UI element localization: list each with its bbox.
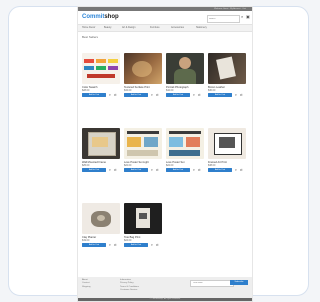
product-card[interactable]: Brown Leather $30.00 Add to Cart ♥ ⇄: [208, 53, 246, 113]
wishlist-icon[interactable]: ♥: [151, 243, 153, 247]
compare-icon[interactable]: ⇄: [198, 168, 201, 172]
product-price: $19.00: [82, 239, 90, 242]
compare-icon[interactable]: ⇄: [114, 93, 117, 97]
product-card[interactable]: Clay Planter $19.00 Add to Cart ♥ ⇄: [82, 203, 120, 263]
add-to-cart-button[interactable]: Add to Cart: [82, 243, 106, 247]
add-to-cart-button[interactable]: Add to Cart: [208, 93, 232, 97]
compare-icon[interactable]: ⇄: [114, 168, 117, 172]
nav-item-furniture[interactable]: Furniture: [150, 25, 160, 31]
product-price: $24.00: [124, 239, 132, 242]
wishlist-icon[interactable]: ♥: [109, 243, 111, 247]
product-price: $38.00: [208, 164, 216, 167]
product-card[interactable]: Love Poster Set Light $22.00 Add to Cart…: [124, 128, 162, 188]
cart-icon[interactable]: ▣: [246, 15, 250, 19]
site-header: Commitshop ⌕ ▣: [78, 11, 252, 24]
compare-icon[interactable]: ⇄: [156, 243, 159, 247]
add-to-cart-button[interactable]: Add to Cart: [208, 168, 232, 172]
compare-icon[interactable]: ⇄: [240, 93, 243, 97]
add-to-cart-button[interactable]: Add to Cart: [82, 93, 106, 97]
product-card[interactable]: Color Swatch $28.00 Add to Cart ♥ ⇄: [82, 53, 120, 113]
product-price: $30.00: [208, 89, 216, 92]
compare-icon[interactable]: ⇄: [156, 93, 159, 97]
wishlist-icon[interactable]: ♥: [193, 168, 195, 172]
copyright-bar: © Commitshop. All rights reserved.: [78, 298, 252, 301]
product-price: $25.00: [82, 164, 90, 167]
product-image[interactable]: [82, 128, 120, 159]
product-image[interactable]: [82, 203, 120, 234]
product-image[interactable]: [208, 53, 246, 84]
wishlist-icon[interactable]: ♥: [109, 93, 111, 97]
add-to-cart-button[interactable]: Add to Cart: [166, 93, 190, 97]
store-page: Welcome Guest · My Account · Cart Commit…: [78, 7, 252, 301]
newsletter-email-input[interactable]: [190, 280, 234, 287]
compare-icon[interactable]: ⇄: [198, 93, 201, 97]
add-to-cart-button[interactable]: Add to Cart: [124, 93, 148, 97]
main-navigation: Home Decor Beauty Art & Design Furniture…: [78, 24, 252, 32]
logo-part-1: Commit: [82, 14, 105, 20]
compare-icon[interactable]: ⇄: [156, 168, 159, 172]
product-price: $22.00: [124, 164, 132, 167]
product-card[interactable]: Wall Mounted Frame $25.00 Add to Cart ♥ …: [82, 128, 120, 188]
product-price: $22.00: [166, 164, 174, 167]
product-image[interactable]: [124, 53, 162, 84]
nav-item-home-decor[interactable]: Home Decor: [82, 25, 95, 31]
product-card[interactable]: Textured Surface Print $34.00 Add to Car…: [124, 53, 162, 113]
footer-column-1: About Contact Shipping: [82, 279, 91, 289]
product-image[interactable]: [124, 128, 162, 159]
logo-part-2: shop: [104, 14, 119, 20]
search-input[interactable]: [207, 15, 240, 23]
product-image[interactable]: [208, 128, 246, 159]
product-price: $34.00: [124, 89, 132, 92]
product-card[interactable]: Portrait Photograph $42.00 Add to Cart ♥…: [166, 53, 204, 113]
nav-item-accessories[interactable]: Accessories: [171, 25, 184, 31]
site-footer: About Contact Shipping Information Priva…: [78, 277, 252, 301]
nav-item-art-design[interactable]: Art & Design: [122, 25, 135, 31]
add-to-cart-button[interactable]: Add to Cart: [124, 168, 148, 172]
compare-icon[interactable]: ⇄: [240, 168, 243, 172]
product-image[interactable]: [166, 53, 204, 84]
add-to-cart-button[interactable]: Add to Cart: [82, 168, 106, 172]
footer-link[interactable]: Shipping: [82, 286, 91, 289]
wishlist-icon[interactable]: ♥: [193, 93, 195, 97]
wishlist-icon[interactable]: ♥: [235, 168, 237, 172]
wishlist-icon[interactable]: ♥: [109, 168, 111, 172]
footer-column-2: Information Privacy Policy Terms & Condi…: [120, 279, 139, 292]
product-image[interactable]: [166, 128, 204, 159]
add-to-cart-button[interactable]: Add to Cart: [166, 168, 190, 172]
wishlist-icon[interactable]: ♥: [235, 93, 237, 97]
wishlist-icon[interactable]: ♥: [151, 168, 153, 172]
product-image[interactable]: [82, 53, 120, 84]
search-icon[interactable]: ⌕: [241, 15, 245, 19]
product-card[interactable]: Tote Bag Print $24.00 Add to Cart ♥ ⇄: [124, 203, 162, 263]
product-image[interactable]: [124, 203, 162, 234]
page-title: Best Sellers: [82, 35, 99, 39]
subscribe-button[interactable]: Subscribe: [230, 280, 248, 285]
nav-item-stationery[interactable]: Stationery: [196, 25, 207, 31]
product-card[interactable]: Love Poster Set $22.00 Add to Cart ♥ ⇄: [166, 128, 204, 188]
footer-link[interactable]: Customer Service: [120, 289, 139, 292]
add-to-cart-button[interactable]: Add to Cart: [124, 243, 148, 247]
nav-item-beauty[interactable]: Beauty: [104, 25, 111, 31]
product-card[interactable]: Framed Art Print $38.00 Add to Cart ♥ ⇄: [208, 128, 246, 188]
product-price: $28.00: [82, 89, 90, 92]
compare-icon[interactable]: ⇄: [114, 243, 117, 247]
wishlist-icon[interactable]: ♥: [151, 93, 153, 97]
product-price: $42.00: [166, 89, 174, 92]
site-logo[interactable]: Commitshop: [82, 14, 119, 21]
